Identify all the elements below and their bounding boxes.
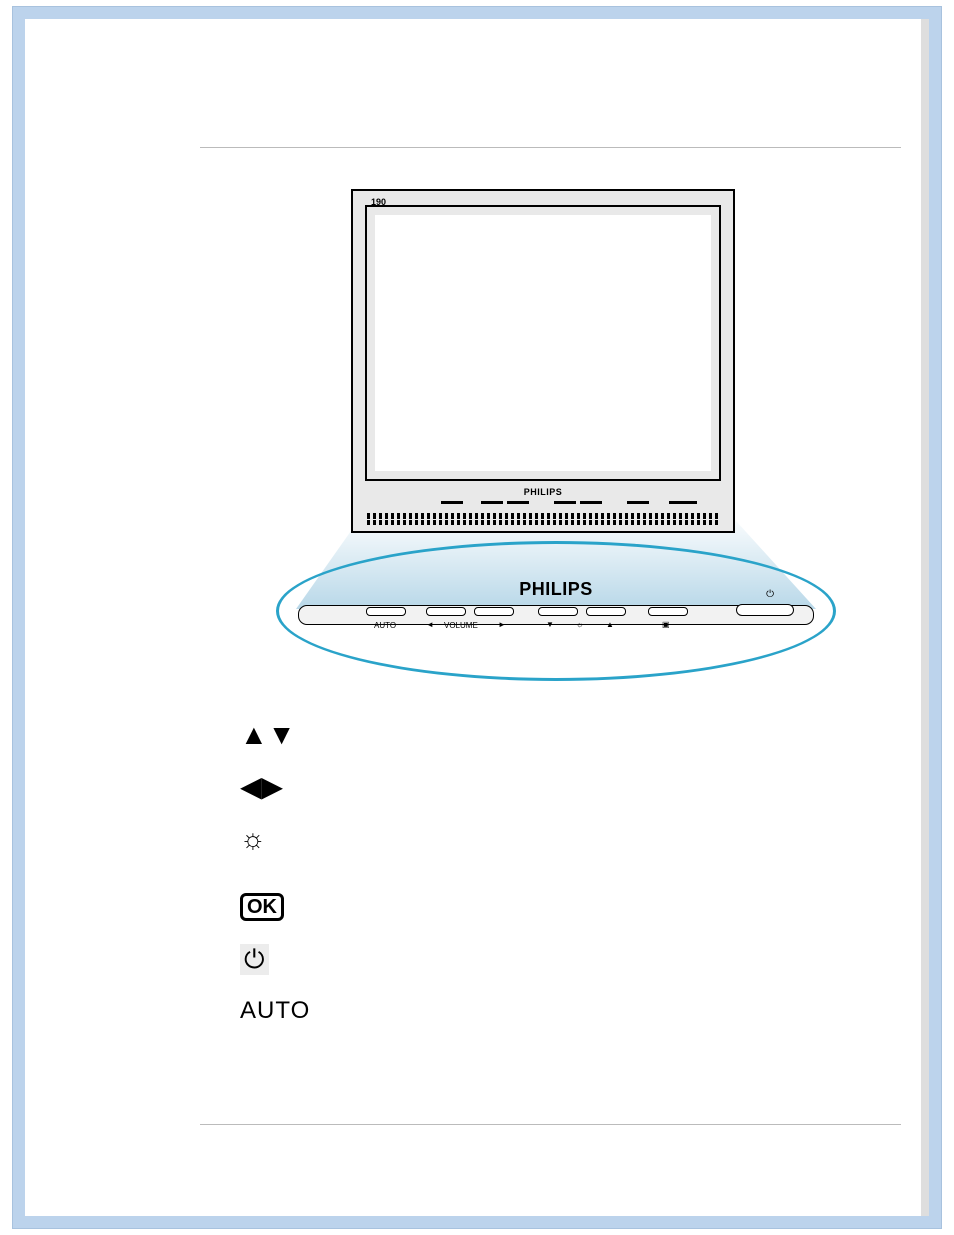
zoom-sym-vol-right: ► — [498, 620, 506, 629]
sidebar-column — [25, 19, 200, 1216]
zoom-sym-up: ▲ — [606, 620, 614, 629]
zoom-btn-vol-up — [474, 607, 514, 616]
zoom-sym-ok: ▣ — [662, 620, 670, 629]
zoom-btn-vol-down — [426, 607, 466, 616]
inner-content: 190 PHILIPS AUTO ◄ VOLUME ► ▼ ☼ ▲ ▣ — [25, 19, 929, 1216]
strip-ok: ▣ — [625, 501, 651, 509]
zoom-btn-auto — [366, 607, 406, 616]
monitor-bezel — [365, 205, 721, 481]
outer-border: 190 PHILIPS AUTO ◄ VOLUME ► ▼ ☼ ▲ ▣ — [12, 6, 942, 1229]
zoom-btn-ok — [648, 607, 688, 616]
strip-volume: ◄ VOLUME ► — [479, 501, 531, 509]
monitor-screen — [375, 215, 711, 471]
legend-row-auto: AUTO — [240, 985, 330, 1037]
zoom-btn-power — [736, 604, 794, 616]
monitor-illustration: 190 PHILIPS AUTO ◄ VOLUME ► ▼ ☼ ▲ ▣ — [276, 189, 836, 689]
brightness-icon: ☼ — [240, 825, 266, 853]
strip-brightness: ▼ ☼ ▲ — [552, 501, 604, 509]
legend-row-power: ⏻ — [240, 933, 330, 985]
strip-auto: AUTO — [439, 501, 465, 509]
zoom-brand: PHILIPS — [276, 579, 836, 600]
leftright-icon: ◀▶ — [240, 773, 283, 801]
zoom-oval: PHILIPS AUTO ◄ VOLUME ► ▼ ☼ ▲ — [276, 541, 836, 681]
divider-bottom — [200, 1124, 901, 1125]
strip-power — [667, 501, 699, 509]
main-column: 190 PHILIPS AUTO ◄ VOLUME ► ▼ ☼ ▲ ▣ — [200, 19, 921, 1216]
monitor-brand-small: PHILIPS — [353, 487, 733, 497]
zoom-label-auto: AUTO — [374, 621, 396, 630]
auto-label: AUTO — [240, 997, 310, 1025]
monitor-button-strip: AUTO ◄ VOLUME ► ▼ ☼ ▲ ▣ — [367, 501, 719, 509]
power-icon-bg: ⏻ — [240, 944, 269, 975]
legend-row-ok: OK — [240, 881, 330, 933]
zoom-sym-down: ▼ — [546, 620, 554, 629]
zoom-power-icon: ⏻ — [766, 589, 774, 600]
legend-row-updown: ▲▼ — [240, 709, 330, 761]
zoom-sym-bright: ☼ — [576, 620, 583, 629]
zoom-btn-bright-down — [538, 607, 578, 616]
speaker-grille — [367, 513, 719, 525]
scrollbar-track[interactable] — [921, 19, 929, 1216]
page-root: 190 PHILIPS AUTO ◄ VOLUME ► ▼ ☼ ▲ ▣ — [0, 0, 954, 1235]
control-legend: ▲▼ ◀▶ ☼ OK ⏻ — [240, 709, 330, 1037]
monitor-body: 190 PHILIPS AUTO ◄ VOLUME ► ▼ ☼ ▲ ▣ — [351, 189, 735, 533]
power-icon: ⏻ — [244, 944, 265, 974]
zoom-sym-vol-left: ◄ — [426, 620, 434, 629]
updown-icon: ▲▼ — [240, 721, 295, 749]
divider-top — [200, 147, 901, 148]
legend-row-brightness: ☼ — [240, 813, 330, 865]
ok-icon: OK — [240, 893, 284, 921]
zoom-btn-bright-up — [586, 607, 626, 616]
zoom-label-volume: VOLUME — [444, 621, 478, 630]
legend-row-leftright: ◀▶ — [240, 761, 330, 813]
